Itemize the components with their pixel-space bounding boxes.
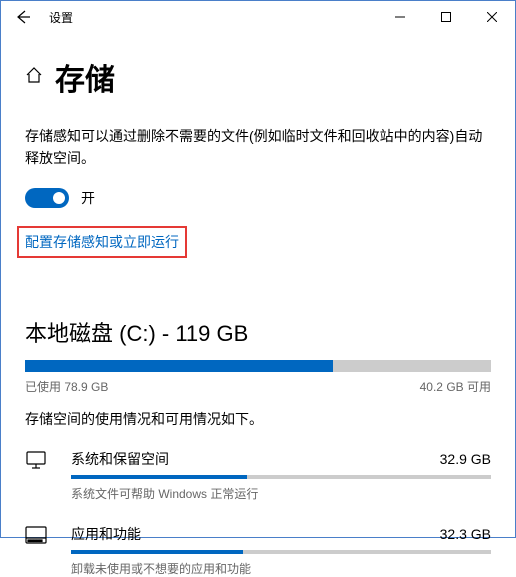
storage-sense-toggle-row: 开 — [25, 188, 491, 208]
category-hint: 卸载未使用或不想要的应用和功能 — [71, 560, 491, 577]
disk-stats: 已使用 78.9 GB 40.2 GB 可用 — [25, 378, 491, 395]
disk-free-label: 40.2 GB 可用 — [420, 378, 491, 395]
back-button[interactable] — [9, 3, 37, 31]
disk-sub-description: 存储空间的使用情况和可用情况如下。 — [25, 409, 491, 429]
category-icon — [25, 451, 49, 474]
page-header: 存储 — [25, 55, 491, 99]
storage-sense-description: 存储感知可以通过删除不需要的文件(例如临时文件和回收站中的内容)自动释放空间。 — [25, 125, 491, 170]
category-icon — [25, 526, 49, 549]
window-buttons — [377, 1, 515, 33]
titlebar: 设置 — [1, 1, 515, 33]
category-bar-fill — [71, 475, 247, 479]
minimize-button[interactable] — [377, 1, 423, 33]
category-name: 系统和保留空间 — [71, 449, 169, 469]
arrow-left-icon — [15, 9, 31, 25]
toggle-label: 开 — [81, 188, 95, 208]
home-icon[interactable] — [25, 66, 43, 89]
maximize-icon — [441, 12, 451, 22]
category-body: 应用和功能 32.3 GB 卸载未使用或不想要的应用和功能 — [71, 524, 491, 577]
close-button[interactable] — [469, 1, 515, 33]
category-row[interactable]: 应用和功能 32.3 GB 卸载未使用或不想要的应用和功能 — [25, 524, 491, 577]
disk-used-label: 已使用 78.9 GB — [25, 378, 108, 395]
configure-storage-sense-link[interactable]: 配置存储感知或立即运行 — [17, 226, 187, 258]
category-row[interactable]: 系统和保留空间 32.9 GB 系统文件可帮助 Windows 正常运行 — [25, 449, 491, 502]
minimize-icon — [395, 12, 405, 22]
window-title: 设置 — [49, 9, 73, 26]
category-size: 32.9 GB — [440, 451, 491, 467]
disk-usage-fill — [25, 360, 333, 372]
category-hint: 系统文件可帮助 Windows 正常运行 — [71, 485, 491, 502]
page-title: 存储 — [55, 55, 115, 99]
disk-usage-bar — [25, 360, 491, 372]
maximize-button[interactable] — [423, 1, 469, 33]
storage-sense-toggle[interactable] — [25, 188, 69, 208]
category-body: 系统和保留空间 32.9 GB 系统文件可帮助 Windows 正常运行 — [71, 449, 491, 502]
category-bar — [71, 475, 491, 479]
category-name: 应用和功能 — [71, 524, 141, 544]
category-bar — [71, 550, 491, 554]
disk-heading: 本地磁盘 (C:) - 119 GB — [25, 316, 491, 348]
close-icon — [487, 12, 497, 22]
category-size: 32.3 GB — [440, 526, 491, 542]
category-bar-fill — [71, 550, 243, 554]
toggle-knob — [53, 192, 65, 204]
